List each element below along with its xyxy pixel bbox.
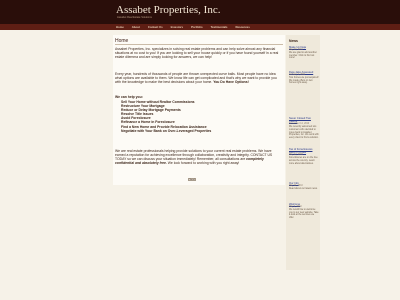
news-item: Make Up Deja May 10, 2011 We are glad to… (289, 46, 319, 60)
welcome-paragraph: Assabet Properties, Inc. specializes in … (115, 47, 279, 60)
news-item-excerpt: We are glad to add another member. Click… (289, 51, 317, 60)
nav-item-portfolio[interactable]: Portfolio (191, 25, 203, 29)
main-content: Home Assabet Properties, Inc. specialize… (113, 35, 285, 185)
professionals-closing: We look forward to working with you righ… (167, 161, 240, 166)
news-item-excerpt: Read about our latest news. (289, 187, 318, 190)
news-item-excerpt: Two homes we just acquired! We made offe… (289, 76, 319, 85)
site-title[interactable]: Assabet Properties, Inc. (116, 4, 220, 16)
services-heading: We can help you: (115, 95, 143, 99)
nav-item-resources[interactable]: Resources (235, 25, 249, 29)
news-item-excerpt: Foreclosures are on the rise across the … (289, 156, 318, 165)
nav-item-home[interactable]: Home (116, 25, 124, 29)
nav-item-about[interactable]: About (132, 25, 140, 29)
professionals-paragraph: We are real estate professionals helping… (115, 149, 281, 165)
options-emphasis: You Do Have Options! (213, 80, 249, 85)
site-header: Assabet Properties, Inc. Assabet Real Es… (0, 0, 400, 24)
news-item: Welcome May 1, 2010 We would like to wel… (289, 203, 319, 220)
news-item: Deja Jake Assessed January 1, 2011 Two h… (289, 71, 319, 85)
news-item: Never Closed Two Clients November 14, 20… (289, 117, 319, 140)
news-item: Our Info May 11, 2010 Read about our lat… (289, 182, 319, 191)
nav-item-investors[interactable]: Investors (171, 25, 183, 29)
service-item: Negotiate with Your Bank on Over-Leverag… (121, 128, 212, 133)
options-text: Every year, hundreds of thousands of peo… (115, 72, 277, 85)
title-divider (115, 44, 283, 45)
site-tagline: Assabet Real Estate Solutions (117, 16, 152, 19)
main-nav: Home About Contact Us Investors Portfoli… (0, 24, 400, 30)
news-sidebar: News Make Up Deja May 10, 2011 We are gl… (286, 35, 320, 270)
sidebar-title: News (289, 39, 298, 43)
news-item: Tax of Foreclosures Here in Cooks May 12… (289, 148, 319, 165)
news-item-excerpt: We would like to welcome you to our new … (289, 208, 319, 220)
services-list: Sell Your Home without Realtor Commissio… (121, 100, 281, 133)
nav-item-contact-us[interactable]: Contact Us (148, 25, 163, 29)
news-item-excerpt: We recently welcomed two customers who d… (289, 125, 319, 140)
send-button[interactable]: Send (188, 178, 196, 181)
nav-item-testimonials[interactable]: Testimonials (211, 25, 228, 29)
options-paragraph: Every year, hundreds of thousands of peo… (115, 72, 281, 84)
